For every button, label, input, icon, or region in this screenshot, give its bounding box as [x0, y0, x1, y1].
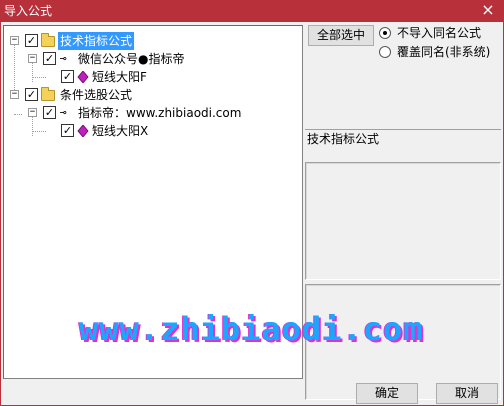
collapse-icon[interactable]: −	[10, 90, 19, 99]
folder-icon	[41, 87, 55, 101]
window-title: 导入公式	[4, 4, 53, 18]
collapse-icon[interactable]: −	[28, 54, 37, 63]
formula-type-label: 技术指标公式	[305, 129, 501, 159]
tree-node-label[interactable]: 指标帝：www.zhibiaodi.com	[78, 104, 241, 122]
tree-node-condition-formula[interactable]: − ✓ 条件选股公式	[4, 86, 302, 104]
collapse-icon[interactable]: −	[28, 108, 37, 117]
select-all-button[interactable]: 全部选中	[308, 25, 374, 46]
key-icon: ⊸	[60, 52, 67, 65]
radio-button[interactable]	[379, 46, 391, 58]
folder-icon	[41, 33, 55, 47]
tree-node-label[interactable]: 短线大阳X	[92, 122, 148, 140]
tree-node-label[interactable]: 微信公众号●指标帝	[78, 50, 184, 68]
watermark-text: www.zhibiaodi.com	[79, 310, 424, 348]
tree-node-label[interactable]: 条件选股公式	[60, 86, 132, 104]
tree-checkbox[interactable]: ✓	[25, 34, 38, 47]
key-icon: ⊸	[60, 106, 67, 119]
tree-node-formula-x[interactable]: ✓ 短线大阳X	[4, 122, 302, 140]
option-overwrite-duplicates[interactable]: 覆盖同名(非系统)	[379, 44, 503, 60]
tree-node-formula-f[interactable]: ✓ 短线大阳F	[4, 68, 302, 86]
tree-node-tech-formula[interactable]: − ✓ 技术指标公式	[4, 32, 302, 50]
close-icon[interactable]: ×	[480, 2, 496, 19]
tree-node-website-author[interactable]: − ✓ ⊸ 指标帝：www.zhibiaodi.com	[4, 104, 302, 122]
formula-info-pane	[305, 162, 501, 280]
cancel-button[interactable]: 取消	[436, 383, 498, 404]
dialog-body: − ✓ 技术指标公式 − ✓ ⊸ 微信公众号●指标帝 ✓ 短线大阳F − ✓ 条…	[0, 22, 504, 406]
tree-checkbox[interactable]: ✓	[43, 52, 56, 65]
option-label: 覆盖同名(非系统)	[397, 45, 491, 59]
title-bar: 导入公式 ×	[0, 0, 504, 22]
formula-icon	[77, 71, 89, 83]
tree-node-wechat-author[interactable]: − ✓ ⊸ 微信公众号●指标帝	[4, 50, 302, 68]
tree-node-label[interactable]: 技术指标公式	[58, 32, 135, 50]
radio-button[interactable]	[379, 27, 391, 39]
option-skip-duplicates[interactable]: 不导入同名公式	[379, 25, 503, 41]
tree-node-label[interactable]: 短线大阳F	[92, 68, 147, 86]
tree-checkbox[interactable]: ✓	[25, 88, 38, 101]
formula-icon	[77, 125, 89, 137]
tree-checkbox[interactable]: ✓	[61, 70, 74, 83]
ok-button[interactable]: 确定	[356, 383, 418, 404]
tree-checkbox[interactable]: ✓	[43, 106, 56, 119]
collapse-icon[interactable]: −	[10, 36, 19, 45]
tree-checkbox[interactable]: ✓	[61, 124, 74, 137]
option-label: 不导入同名公式	[397, 26, 482, 40]
formula-type-text: 技术指标公式	[307, 132, 380, 146]
